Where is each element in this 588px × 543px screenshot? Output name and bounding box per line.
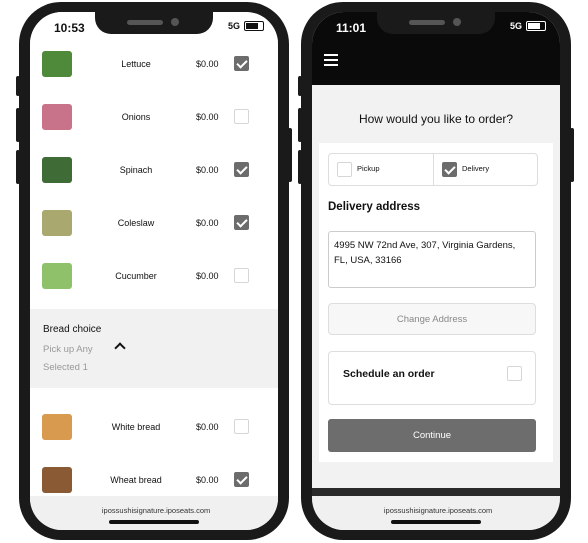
item-name: Wheat bread — [110, 474, 162, 485]
pickup-label: Pickup — [357, 164, 380, 173]
right-screen: 11:01 5G How would you like to order? Pi… — [312, 12, 560, 530]
item-name: White bread — [111, 421, 161, 432]
item-thumbnail — [42, 466, 72, 493]
item-name: Coleslaw — [117, 217, 155, 228]
list-item[interactable]: Onions $0.00 — [30, 90, 278, 143]
item-price: $0.00 — [196, 111, 219, 122]
right-phone: 11:01 5G How would you like to order? Pi… — [298, 2, 574, 540]
power-button — [288, 128, 292, 182]
left-screen: 10:53 5G Lettuce $0.00 Onions $0.00 Spinach $… — [30, 12, 278, 530]
pickup-checkbox[interactable] — [337, 162, 352, 177]
left-phone: 10:53 5G Lettuce $0.00 Onions $0.00 Spinach $… — [16, 2, 292, 540]
clock: 10:53 — [54, 21, 85, 35]
change-address-button[interactable]: Change Address — [328, 303, 536, 335]
schedule-order-checkbox[interactable] — [507, 366, 522, 381]
item-checkbox[interactable] — [234, 472, 249, 487]
item-price: $0.00 — [196, 217, 219, 228]
volume-down-button — [16, 150, 20, 184]
item-checkbox[interactable] — [234, 109, 249, 124]
schedule-order-box[interactable]: Schedule an order — [328, 351, 536, 405]
home-indicator — [109, 520, 199, 524]
delivery-address-title: Delivery address — [328, 201, 421, 213]
item-price: $0.00 — [196, 474, 219, 485]
page-title: How would you like to order? — [358, 112, 514, 126]
notch — [95, 12, 213, 34]
item-price: $0.00 — [196, 164, 219, 175]
url-text: ipossushisignature.iposeats.com — [379, 506, 493, 515]
item-checkbox[interactable] — [234, 215, 249, 230]
power-button — [570, 128, 574, 182]
bread-choice-selected: Selected 1 — [43, 362, 88, 373]
battery-icon — [244, 21, 264, 31]
url-text: ipossushisignature.iposeats.com — [97, 506, 211, 515]
volume-up-button — [298, 108, 302, 142]
item-checkbox[interactable] — [234, 268, 249, 283]
notch — [377, 12, 495, 34]
bread-choice-pick: Pick up Any — [43, 344, 93, 355]
item-name: Onions — [121, 111, 151, 122]
continue-button[interactable]: Continue — [328, 419, 536, 452]
volume-down-button — [298, 150, 302, 184]
item-thumbnail — [42, 103, 72, 130]
network-label: 5G — [509, 21, 522, 31]
item-price: $0.00 — [196, 270, 219, 281]
item-name: Lettuce — [121, 58, 151, 69]
item-price: $0.00 — [196, 421, 219, 432]
item-name: Cucumber — [115, 270, 157, 281]
network-label: 5G — [227, 21, 240, 31]
item-thumbnail — [42, 50, 72, 77]
bread-choice-section[interactable]: Bread choice Pick up Any Selected 1 — [30, 309, 278, 388]
hamburger-menu-icon[interactable] — [324, 54, 338, 66]
clock: 11:01 — [336, 21, 367, 35]
item-thumbnail — [42, 156, 72, 183]
item-checkbox[interactable] — [234, 162, 249, 177]
url-bar[interactable]: ipossushisignature.iposeats.com — [312, 496, 560, 530]
delivery-label: Delivery — [462, 164, 490, 173]
home-indicator — [391, 520, 481, 524]
list-item[interactable]: Spinach $0.00 — [30, 143, 278, 196]
url-bar[interactable]: ipossushisignature.iposeats.com — [30, 496, 278, 530]
order-type-toggle: Pickup Delivery — [328, 153, 538, 186]
item-checkbox[interactable] — [234, 419, 249, 434]
item-thumbnail — [42, 209, 72, 236]
list-item[interactable]: Lettuce $0.00 — [30, 37, 278, 90]
address-field[interactable]: 4995 NW 72nd Ave, 307, Virginia Gardens,… — [328, 231, 536, 288]
side-button — [16, 76, 20, 96]
list-item[interactable]: Cucumber $0.00 — [30, 249, 278, 302]
volume-up-button — [16, 108, 20, 142]
pickup-option[interactable]: Pickup — [329, 154, 433, 185]
delivery-checkbox[interactable] — [442, 162, 457, 177]
side-button — [298, 76, 302, 96]
delivery-option[interactable]: Delivery — [433, 154, 538, 185]
battery-icon — [526, 21, 546, 31]
list-item[interactable]: Coleslaw $0.00 — [30, 196, 278, 249]
schedule-order-label: Schedule an order — [343, 368, 435, 380]
item-thumbnail — [42, 413, 72, 440]
chevron-up-icon[interactable] — [114, 342, 126, 354]
item-price: $0.00 — [196, 58, 219, 69]
item-checkbox[interactable] — [234, 56, 249, 71]
item-name: Spinach — [119, 164, 153, 175]
item-thumbnail — [42, 262, 72, 289]
bread-choice-title: Bread choice — [43, 324, 102, 335]
list-item[interactable]: White bread $0.00 — [30, 400, 278, 453]
